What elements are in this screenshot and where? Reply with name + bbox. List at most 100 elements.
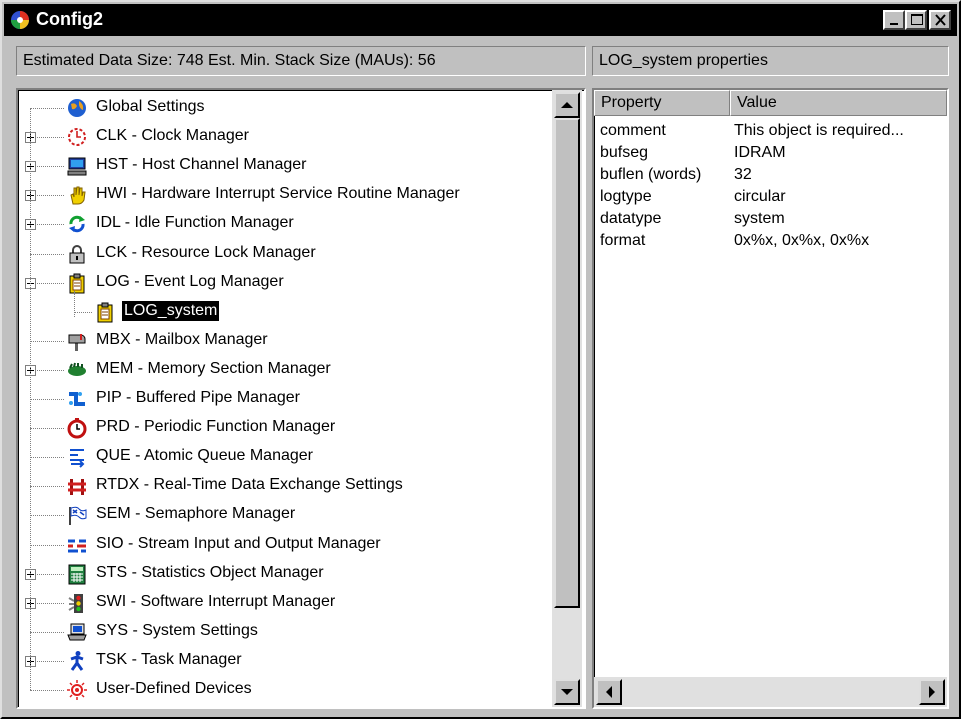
queue-icon bbox=[70, 449, 85, 468]
stream-icon bbox=[68, 539, 86, 552]
scroll-right-button[interactable] bbox=[919, 679, 945, 705]
tree-vertical-scrollbar[interactable] bbox=[552, 90, 582, 707]
tree-item[interactable]: PRD - Periodic Function Manager bbox=[18, 414, 548, 442]
calculator-icon bbox=[68, 564, 86, 585]
tree-item[interactable]: HWI - Hardware Interrupt Service Routine… bbox=[18, 181, 548, 209]
traffic-light-icon bbox=[68, 593, 83, 613]
title-bar[interactable]: Config2 bbox=[4, 4, 957, 36]
tree-item-label: LOG_system bbox=[120, 299, 221, 322]
tree-connector bbox=[30, 340, 64, 343]
tree-item-label: IDL - Idle Function Manager bbox=[96, 214, 294, 232]
clipboard-icon bbox=[69, 273, 85, 294]
property-value: IDRAM bbox=[734, 144, 786, 161]
tree-connector bbox=[30, 457, 64, 459]
tree-item[interactable]: PIP - Buffered Pipe Manager bbox=[18, 385, 548, 413]
tree-scroll-thumb[interactable] bbox=[554, 118, 580, 608]
minimize-icon bbox=[890, 23, 898, 25]
tree-branch-line bbox=[74, 290, 76, 317]
tree-trunk-line bbox=[30, 108, 32, 690]
property-row[interactable]: datatype system bbox=[600, 208, 940, 230]
property-value: 0x%x, 0x%x, 0x%x bbox=[734, 232, 870, 249]
scroll-up-button[interactable] bbox=[554, 92, 580, 118]
tree-connector bbox=[30, 428, 64, 430]
tree-item[interactable]: LOG_system bbox=[18, 298, 548, 326]
tree-item[interactable]: MBX - Mailbox Manager bbox=[18, 327, 548, 355]
properties-list[interactable]: Property Value comment This object is req… bbox=[592, 88, 949, 709]
tree-item[interactable]: LCK - Resource Lock Manager bbox=[18, 240, 548, 268]
config-window: Config2 Estimated Data Size: 748 Est. Mi… bbox=[0, 0, 961, 719]
padlock-icon bbox=[69, 244, 85, 263]
window-title: Config2 bbox=[36, 9, 103, 29]
tree-connector bbox=[30, 631, 64, 634]
property-name: bufseg bbox=[600, 144, 649, 161]
laptop-icon bbox=[67, 623, 87, 641]
tree-item-label: CLK - Clock Manager bbox=[96, 127, 249, 145]
tree-item-label: User-Defined Devices bbox=[96, 680, 252, 697]
tree-item[interactable]: RTDX - Real-Time Data Exchange Settings bbox=[18, 472, 548, 500]
tree-item-label: RTDX - Real-Time Data Exchange Settings bbox=[96, 476, 403, 494]
tree-item-label: SWI - Software Interrupt Manager bbox=[96, 592, 336, 610]
tree-item[interactable]: TSK - Task Manager bbox=[18, 647, 548, 675]
tree-item-label: STS - Statistics Object Manager bbox=[96, 563, 324, 581]
down-arrow-icon bbox=[561, 689, 573, 695]
memory-chip-icon bbox=[68, 362, 86, 376]
maximize-button[interactable] bbox=[905, 10, 927, 30]
tree-item[interactable]: SWI - Software Interrupt Manager bbox=[18, 589, 548, 617]
up-arrow-icon bbox=[561, 102, 573, 108]
object-tree[interactable]: Global Settings CLK - Clock Manager HST - … bbox=[16, 88, 586, 709]
property-name: logtype bbox=[600, 188, 652, 205]
property-name: datatype bbox=[600, 210, 662, 227]
tree-item[interactable]: IDL - Idle Function Manager bbox=[18, 210, 548, 238]
tree-item[interactable]: CLK - Clock Manager bbox=[18, 123, 548, 151]
property-row[interactable]: format 0x%x, 0x%x, 0x%x bbox=[600, 230, 940, 252]
hand-icon bbox=[70, 186, 86, 205]
tree-item-label: PRD - Periodic Function Manager bbox=[96, 418, 336, 436]
close-button[interactable] bbox=[929, 10, 951, 30]
column-header-value[interactable]: Value bbox=[730, 90, 947, 116]
tree-connector bbox=[30, 486, 64, 488]
properties-horizontal-scrollbar[interactable] bbox=[594, 677, 947, 707]
tree-item[interactable]: LOG - Event Log Manager bbox=[18, 269, 548, 297]
stopwatch-icon bbox=[67, 418, 87, 439]
property-name: buflen (words) bbox=[600, 166, 702, 183]
scroll-left-button[interactable] bbox=[596, 679, 622, 705]
property-value: This object is required... bbox=[734, 122, 904, 139]
property-row[interactable]: comment This object is required... bbox=[600, 120, 940, 142]
tree-item-label: HST - Host Channel Manager bbox=[96, 156, 307, 174]
tree-item-label: SIO - Stream Input and Output Manager bbox=[96, 534, 381, 552]
tree-item[interactable]: HST - Host Channel Manager bbox=[18, 152, 548, 180]
clock-icon bbox=[68, 128, 86, 147]
tree-item[interactable]: SIO - Stream Input and Output Manager bbox=[18, 531, 548, 559]
left-arrow-icon bbox=[606, 686, 612, 698]
clipboard-icon bbox=[97, 302, 113, 323]
close-icon bbox=[935, 14, 946, 26]
tree-item[interactable]: STS - Statistics Object Manager bbox=[18, 560, 548, 588]
running-figure-icon bbox=[70, 650, 84, 671]
tree-item[interactable]: QUE - Atomic Queue Manager bbox=[18, 443, 548, 471]
tree-item[interactable]: SEM - Semaphore Manager bbox=[18, 501, 548, 529]
tree-item[interactable]: SYS - System Settings bbox=[18, 618, 548, 646]
minimize-button[interactable] bbox=[883, 10, 905, 30]
property-value: 32 bbox=[734, 166, 752, 183]
tree-item-label: PIP - Buffered Pipe Manager bbox=[96, 389, 300, 406]
tree-item-label: QUE - Atomic Queue Manager bbox=[96, 447, 313, 465]
scroll-down-button[interactable] bbox=[554, 679, 580, 705]
computer-icon bbox=[67, 157, 87, 176]
properties-header: LOG_system properties bbox=[592, 46, 949, 76]
tree-item[interactable]: User-Defined Devices bbox=[18, 676, 548, 704]
property-row[interactable]: buflen (words) 32 bbox=[600, 164, 940, 186]
column-header-property[interactable]: Property bbox=[594, 90, 730, 116]
maximize-icon bbox=[911, 14, 923, 25]
tree-item[interactable]: MEM - Memory Section Manager bbox=[18, 356, 548, 384]
starburst-icon bbox=[67, 680, 87, 700]
property-row[interactable]: logtype circular bbox=[600, 186, 940, 208]
tree-item-label: LOG - Event Log Manager bbox=[96, 272, 284, 290]
flag-icon bbox=[69, 507, 87, 526]
mailbox-icon bbox=[68, 333, 86, 351]
tree-connector bbox=[30, 544, 64, 547]
tree-connector bbox=[30, 399, 64, 401]
tree-item[interactable]: Global Settings bbox=[18, 94, 548, 122]
tree-connector bbox=[30, 690, 64, 692]
property-row[interactable]: bufseg IDRAM bbox=[600, 142, 940, 164]
tree-item-label: TSK - Task Manager bbox=[96, 650, 242, 668]
